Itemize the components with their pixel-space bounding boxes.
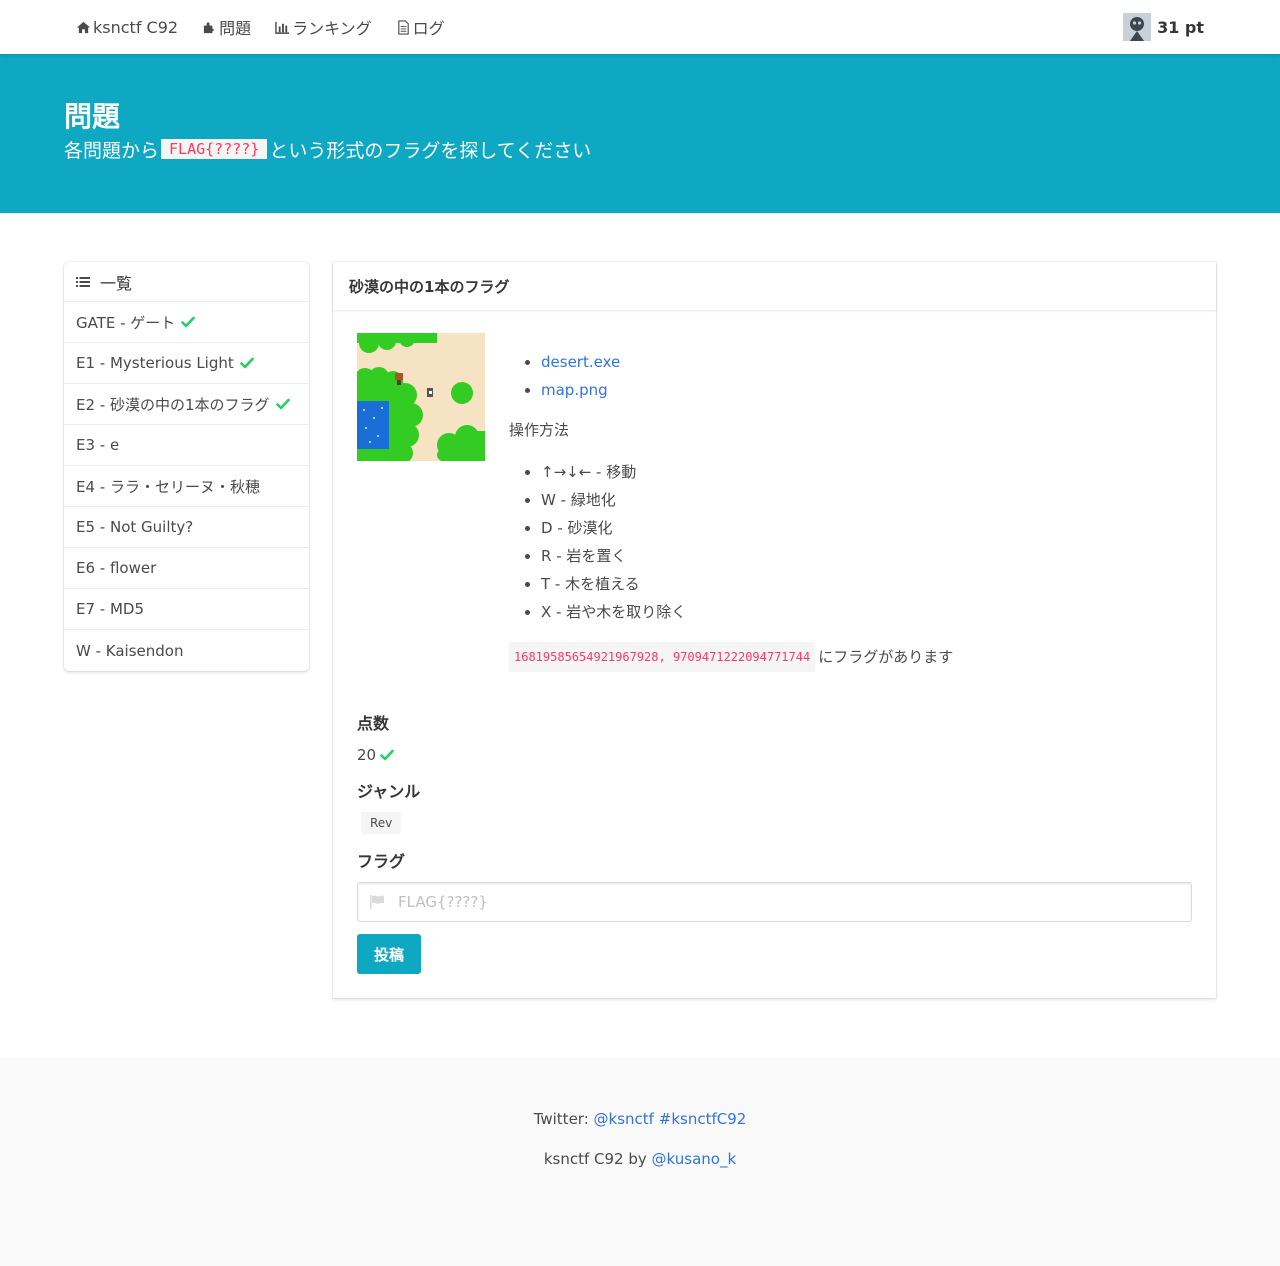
list-item: map.png bbox=[541, 376, 1192, 404]
problem-list-item-label: E4 - ララ・セリーヌ・秋穂 bbox=[76, 477, 260, 496]
file-link-desert[interactable]: desert.exe bbox=[541, 353, 620, 371]
problem-list-item[interactable]: GATE - ゲート bbox=[64, 302, 309, 343]
problem-list-item[interactable]: E1 - Mysterious Light bbox=[64, 343, 309, 384]
nav-problems-link[interactable]: 問題 bbox=[190, 0, 263, 54]
panel-heading: 一覧 bbox=[64, 262, 309, 302]
problem-list-item-label: E3 - e bbox=[76, 436, 120, 454]
list-item: desert.exe bbox=[541, 348, 1192, 376]
flag-input[interactable] bbox=[357, 882, 1192, 922]
check-icon bbox=[275, 398, 290, 410]
list-item: D - 砂漠化 bbox=[541, 514, 1192, 542]
author-link[interactable]: @kusano_k bbox=[652, 1150, 737, 1168]
footer: Twitter: @ksnctf #ksnctfC92 ksnctf C92 b… bbox=[0, 1058, 1280, 1266]
problem-title: 砂漠の中の1本のフラグ bbox=[333, 262, 1216, 310]
subtitle-after: という形式のフラグを探してください bbox=[269, 139, 592, 162]
navbar: ksnctf C92 問題 ランキング ログ 31 pt bbox=[0, 0, 1280, 54]
problem-list-item-label: E1 - Mysterious Light bbox=[76, 354, 234, 372]
nav-problems-label: 問題 bbox=[219, 19, 252, 38]
page-subtitle: 各問題から FLAG{????} という形式のフラグを探してください bbox=[64, 136, 1216, 163]
main-section: 一覧 GATE - ゲート E1 - Mysterious Light E2 - 砂… bbox=[64, 213, 1216, 1058]
footer-twitter: Twitter: @ksnctf #ksnctfC92 bbox=[0, 1108, 1280, 1130]
coordinates-suffix: にフラグがあります bbox=[818, 648, 954, 666]
problem-card: 砂漠の中の1本のフラグ • desert.exe • map.png 操作方法 … bbox=[333, 262, 1216, 998]
twitter-hashtag-link[interactable]: #ksnctfC92 bbox=[659, 1110, 747, 1128]
submit-button[interactable]: 投稿 bbox=[357, 934, 422, 974]
problem-list-item-label: E6 - flower bbox=[76, 559, 157, 577]
user-points: 31 pt bbox=[1157, 17, 1204, 37]
genre-tag: Rev bbox=[361, 812, 402, 834]
flag-location: 16819585654921967928, 970947122209477174… bbox=[509, 642, 1192, 672]
score-label: 点数 bbox=[357, 714, 390, 733]
list-item: W - 緑地化 bbox=[541, 486, 1192, 514]
home-icon bbox=[76, 21, 91, 33]
problem-list-item-label: E7 - MD5 bbox=[76, 600, 145, 618]
bar-chart-icon bbox=[275, 21, 290, 34]
check-icon bbox=[181, 316, 196, 328]
score-value: 20 bbox=[357, 746, 1192, 764]
nav-home-link[interactable]: ksnctf C92 bbox=[64, 0, 190, 54]
list-item: ↑→↓← - 移動 bbox=[541, 458, 1192, 486]
list-item: R - 岩を置く bbox=[541, 542, 1192, 570]
nav-log-label: ログ bbox=[412, 19, 445, 38]
list-item: T - 木を植える bbox=[541, 570, 1192, 598]
controls-list: ↑→↓← - 移動 W - 緑地化 D - 砂漠化 R - 岩を置く T - 木… bbox=[509, 458, 1192, 626]
flag-icon bbox=[370, 895, 384, 909]
problem-list-item-label: E2 - 砂漠の中の1本のフラグ bbox=[76, 395, 270, 414]
flag-format-code: FLAG{????} bbox=[161, 139, 268, 160]
subtitle-before: 各問題から bbox=[64, 139, 160, 162]
ops-heading: 操作方法 bbox=[509, 421, 570, 439]
nav-home-label: ksnctf C92 bbox=[93, 17, 179, 37]
page-title: 問題 bbox=[64, 100, 121, 133]
problem-list-item-label: E5 - Not Guilty? bbox=[76, 518, 194, 536]
coordinates-code: 16819585654921967928, 970947122209477174… bbox=[509, 642, 816, 672]
problem-list-item[interactable]: E7 - MD5 bbox=[64, 589, 309, 630]
document-icon bbox=[397, 19, 409, 35]
list-item: X - 岩や木を取り除く bbox=[541, 598, 1192, 626]
footer-credit: ksnctf C92 by @kusano_k bbox=[0, 1148, 1280, 1170]
problem-list-item[interactable]: W - Kaisendon bbox=[64, 630, 309, 671]
panel-heading-label: 一覧 bbox=[100, 273, 133, 293]
problem-list-item[interactable]: E5 - Not Guilty? bbox=[64, 507, 309, 548]
flag-label: フラグ bbox=[357, 852, 406, 871]
check-icon bbox=[239, 357, 254, 369]
problem-list-item[interactable]: E3 - e bbox=[64, 425, 309, 466]
hero: 問題 各問題から FLAG{????} という形式のフラグを探してください bbox=[0, 54, 1280, 213]
problem-list-item[interactable]: E2 - 砂漠の中の1本のフラグ bbox=[64, 384, 309, 425]
problem-list-item[interactable]: E6 - flower bbox=[64, 548, 309, 589]
problem-list-item-label: W - Kaisendon bbox=[76, 641, 184, 660]
problem-list-item[interactable]: E4 - ララ・セリーヌ・秋穂 bbox=[64, 466, 309, 507]
list-icon bbox=[76, 276, 90, 287]
twitter-account-link[interactable]: @ksnctf bbox=[594, 1110, 654, 1128]
score-number: 20 bbox=[357, 746, 377, 764]
credit-prefix: ksnctf C92 by bbox=[543, 1150, 647, 1168]
puzzle-icon bbox=[203, 21, 214, 33]
nav-ranking-label: ランキング bbox=[292, 19, 372, 38]
problem-thumbnail bbox=[357, 333, 485, 461]
problem-list-panel: 一覧 GATE - ゲート E1 - Mysterious Light E2 - 砂… bbox=[64, 262, 309, 671]
file-link-map[interactable]: map.png bbox=[541, 381, 608, 399]
problem-list-item-label: GATE - ゲート bbox=[76, 313, 176, 332]
check-icon bbox=[380, 749, 394, 761]
nav-log-link[interactable]: ログ bbox=[384, 0, 457, 54]
problem-description: desert.exe map.png 操作方法 ↑→↓← - 移動 W - 緑地… bbox=[357, 333, 1192, 672]
avatar bbox=[1123, 13, 1152, 41]
user-status[interactable]: 31 pt bbox=[1123, 13, 1216, 41]
flag-field bbox=[357, 882, 1192, 922]
file-list: desert.exe map.png bbox=[509, 348, 1192, 404]
twitter-prefix: Twitter: bbox=[533, 1110, 589, 1128]
nav-ranking-link[interactable]: ランキング bbox=[263, 0, 384, 54]
genre-label: ジャンル bbox=[357, 782, 421, 801]
